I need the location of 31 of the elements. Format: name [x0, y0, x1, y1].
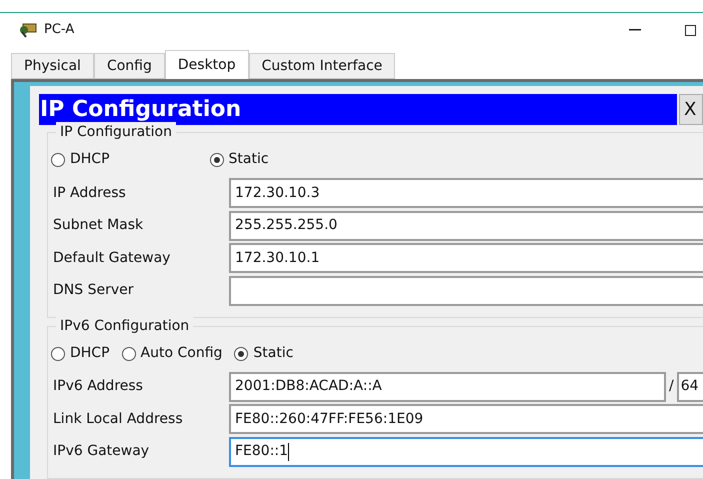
text-field[interactable]: FE80::1: [229, 436, 703, 467]
field-label: Default Gateway: [52, 248, 172, 268]
text-field[interactable]: FE80::260:47FF:FE56:1E09: [229, 404, 703, 434]
dialog-title-bar: IP Configuration: [39, 94, 677, 125]
field-label: Subnet Mask: [52, 216, 144, 236]
text-field[interactable]: 172.30.10.1: [229, 243, 703, 274]
radio-option[interactable]: DHCP: [51, 149, 110, 170]
field-label: IPv6 Gateway: [52, 442, 150, 462]
app-icon: [18, 22, 38, 38]
text-field[interactable]: 172.30.10.3: [229, 178, 703, 208]
text-field[interactable]: [229, 276, 703, 306]
tab[interactable]: Desktop: [164, 50, 249, 79]
field-label: Link Local Address: [52, 410, 184, 429]
field-label: IPv6 Address: [52, 377, 144, 396]
window-title: PC-A: [44, 21, 74, 40]
radio-option[interactable]: Static: [210, 149, 269, 170]
text-field[interactable]: 2001:DB8:ACAD:A::A: [229, 372, 666, 402]
radio-option[interactable]: Static: [234, 343, 294, 364]
text-field[interactable]: 255.255.255.0: [229, 210, 703, 241]
tab[interactable]: Physical: [11, 53, 94, 79]
prefix-field[interactable]: 64: [676, 372, 703, 402]
minimize-icon[interactable]: [629, 29, 641, 31]
maximize-icon[interactable]: [685, 24, 696, 36]
tab[interactable]: Custom Interface: [248, 53, 396, 79]
field-label: DNS Server: [52, 281, 134, 300]
radio-option[interactable]: DHCP: [51, 343, 110, 364]
field-label: IP Address: [52, 184, 127, 203]
radio-option[interactable]: Auto Config: [122, 343, 222, 364]
separator-text: /: [668, 377, 675, 396]
close-button[interactable]: X: [679, 94, 703, 125]
tab[interactable]: Config: [94, 53, 165, 79]
